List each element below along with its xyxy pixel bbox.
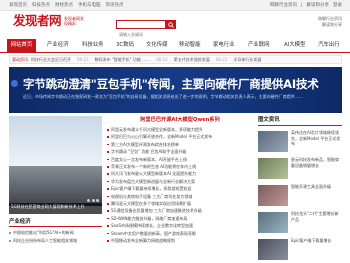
ticker-item[interactable]: 半导体行业发展 (233, 57, 261, 62)
nav-item[interactable]: 文化传媒 (146, 39, 168, 52)
header-slogan: 刚聊行业资讯 解读和分享 (318, 16, 342, 28)
top-right-item[interactable]: 解读和分享 (307, 3, 330, 8)
nav-item-home[interactable]: 网站首页 (7, 39, 36, 52)
carousel-dot[interactable] (87, 199, 90, 202)
search-box (116, 20, 176, 38)
logo-text: 发现者网 (13, 13, 62, 28)
photo-news-text[interactable]: 星云科技发布新品，智能穿戴设备销量增长 (291, 157, 342, 179)
photo-news-thumbnail[interactable] (258, 212, 288, 233)
headline-bullet-icon (11, 80, 18, 87)
photo-news-thumbnail[interactable] (258, 131, 288, 152)
nav-item[interactable]: 科技业务 (82, 39, 104, 52)
nav-item[interactable]: 移动智能 (179, 39, 201, 52)
carousel-dot[interactable] (91, 199, 95, 202)
carousel-dot[interactable] (96, 199, 99, 202)
photo-news-thumbnail[interactable] (258, 158, 288, 179)
headline-summary: 近日，市场传闻字节跳动正在独家研发一款名为"豆包手机"的自研设备，据相关消息给出… (23, 94, 303, 99)
ticker-item[interactable]: 科技行业大会近日召开 (31, 57, 71, 62)
ticker-item[interactable]: 数码发布 "智能手机" 功能 …… (95, 57, 151, 62)
list-item[interactable]: 华为发布盘古大模型新进展与全新行业解决方案 (107, 178, 253, 185)
news-ticker: 滚动资讯 科技行业大会近日召开 08-22 数码发布 "智能手机" 功能 …… 08-2… (9, 55, 342, 64)
section-title-industry[interactable]: 产业经济 (9, 218, 102, 227)
photo-news-card[interactable]: 智能开源工具全面升级 (258, 183, 342, 208)
list-item[interactable]: 百度文心一言发布新版本，AI开放平台上线 (107, 156, 253, 163)
nav-item[interactable]: 汽车出行 (318, 39, 340, 52)
list-item[interactable]: 苹果正式发布一个新的生态 AI功能将在年内上线 (107, 163, 253, 170)
photo-news-thumbnail[interactable] (258, 239, 288, 260)
industry-news-list: 中国电信推出"利用5G"AI+的新闻 科技企业纷纷布局人工智能相关领域 (9, 229, 102, 245)
center-news-list: 阿里云发布通义千问大模型全新版本，多项能力提升 阿里巴巴与火山引擎开放合作，全新… (107, 126, 253, 245)
top-link[interactable]: 财经热点 (55, 3, 73, 8)
top-link[interactable]: 资讯热点 (106, 3, 124, 8)
nav-item[interactable]: 家电行业 (213, 39, 235, 52)
ticker-date: 08-22 (215, 57, 228, 62)
top-right-separator: | (300, 3, 303, 8)
featured-image[interactable]: 5G科技在民营商业网大展现和新技术上升 (9, 116, 102, 214)
header-slogan-line: 解读和分享 (322, 22, 342, 27)
top-link[interactable]: 发现首页 (9, 3, 27, 8)
list-item[interactable]: Epic客户端下载量持续增长，多款游戏受欢迎 (107, 185, 253, 192)
headline-title[interactable]: 字节跳动澄清"豆包手机"传闻，主要向硬件厂商提供AI技术 (23, 76, 341, 92)
list-item[interactable]: 阿里云发布通义千问大模型全新版本，多项能力提升 (107, 126, 253, 133)
nav-item[interactable]: 产业经济 (47, 39, 69, 52)
logo-subtitle: 发现者网发现精彩 (64, 16, 85, 26)
top-right-item[interactable]: 网聊行业资讯 (270, 3, 297, 8)
list-item[interactable]: 科大讯飞发布星火大模型新版本AI 全面提升能力 (107, 170, 253, 177)
section-title-photo-news[interactable]: 图文资讯 (258, 116, 342, 126)
list-item[interactable]: Steam中文用户数量创新高，国产游戏表现亮眼 (107, 230, 253, 237)
search-button[interactable] (165, 20, 176, 29)
list-item[interactable]: 中国电信推出"利用5G"AI+的新闻 (9, 229, 102, 237)
photo-news-card[interactable]: 科技龙头"二代"主题增长新产品 (258, 210, 342, 235)
list-item[interactable]: 5G通信设备出货量增加 三大厂商加速推进技术升级 (107, 207, 253, 214)
photo-news-text[interactable]: 英伟达在AI芯片领域继续领先，全新Model 平台正式发布 (291, 130, 342, 152)
featured-image-background (9, 116, 102, 166)
photo-news-thumbnail[interactable] (258, 185, 288, 206)
top-links: 发现首页 科技热点 财经热点 手机与电脑 资讯热点 (9, 2, 129, 8)
ticker-item[interactable]: 第五代技术强势发展 (174, 57, 210, 62)
photo-news-card[interactable]: 星云科技发布新品，智能穿戴设备销量增长 (258, 156, 342, 181)
list-item[interactable]: 腾讯混元大模型在多个领域实现应用场景扩展 (107, 200, 253, 207)
list-item[interactable]: 电视机与其他电子设备 三大厂商均在发力领域 (107, 193, 253, 200)
search-input[interactable] (117, 31, 165, 38)
list-item[interactable]: SD-WAN能力服务升级，网络厂商加速布局 (107, 215, 253, 222)
list-item[interactable]: 中国移动发布全新算力网络战略规划 (107, 237, 253, 244)
top-link[interactable]: 科技热点 (32, 3, 50, 8)
top-link[interactable]: 手机与电脑 (78, 3, 101, 8)
main-nav: 网站首页 产业经济 科技业务 3C数码 文化传媒 移动智能 家电行业 产业联网 … (0, 39, 350, 53)
center-headline[interactable]: 阿里巴巴开源AI大模型Qwen系列 (107, 116, 253, 125)
nav-item[interactable]: 3C数码 (116, 39, 134, 52)
photo-news-text[interactable]: 智能开源工具全面升级 (291, 184, 342, 206)
nav-item[interactable]: AI大模型 (284, 39, 305, 52)
photo-news-text[interactable]: 科技龙头"二代"主题增长新产品 (291, 211, 342, 233)
list-item[interactable]: SaaS市场规模持续增长，企业数字化转型加速 (107, 222, 253, 229)
site-logo[interactable]: 发现者网 发现者网发现精彩 (13, 14, 84, 28)
center-news-column: 阿里巴巴开源AI大模型Qwen系列 阿里云发布通义千问大模型全新版本，多项能力提… (107, 116, 253, 263)
headline-banner[interactable]: 字节跳动澄清"豆包手机"传闻，主要向硬件厂商提供AI技术 近日，市场传闻字节跳动… (9, 67, 342, 113)
photo-news-card[interactable]: 英伟达在AI芯片领域继续领先，全新Model 平台正式发布 (258, 129, 342, 154)
nav-item[interactable]: 产业联网 (248, 39, 270, 52)
ticker-date: 08-22 (156, 57, 168, 62)
list-item[interactable]: 第三方AI大模型评测发布综合排名榜单 (107, 141, 253, 148)
list-item[interactable]: 字节跳动 "豆包" 功能 豆包AI助手全面升级 (107, 148, 253, 155)
ticker-date: 08-22 (77, 57, 89, 62)
top-utility-bar: 发现首页 科技热点 财经热点 手机与电脑 资讯热点 网聊行业资讯 | 解读和分享 登录 (0, 0, 350, 11)
photo-news-card[interactable]: Epic客户端下载量增长 (258, 237, 342, 262)
login-link[interactable]: 登录 (333, 3, 342, 8)
featured-image-caption: 5G科技在民营商业网大展现和新技术上升 (9, 203, 102, 214)
photo-news-text[interactable]: Epic客户端下载量增长 (291, 238, 342, 260)
ticker-label: 滚动资讯 (12, 57, 28, 62)
list-item[interactable]: 阿里巴巴与火山引擎开放合作，全新Model 平台正式发布 (107, 133, 253, 140)
top-right-links: 网聊行业资讯 | 解读和分享 登录 (266, 2, 342, 8)
search-icon (167, 21, 174, 28)
carousel-dots (87, 199, 99, 202)
list-item[interactable]: 科技企业纷纷布局人工智能相关领域 (9, 237, 102, 245)
